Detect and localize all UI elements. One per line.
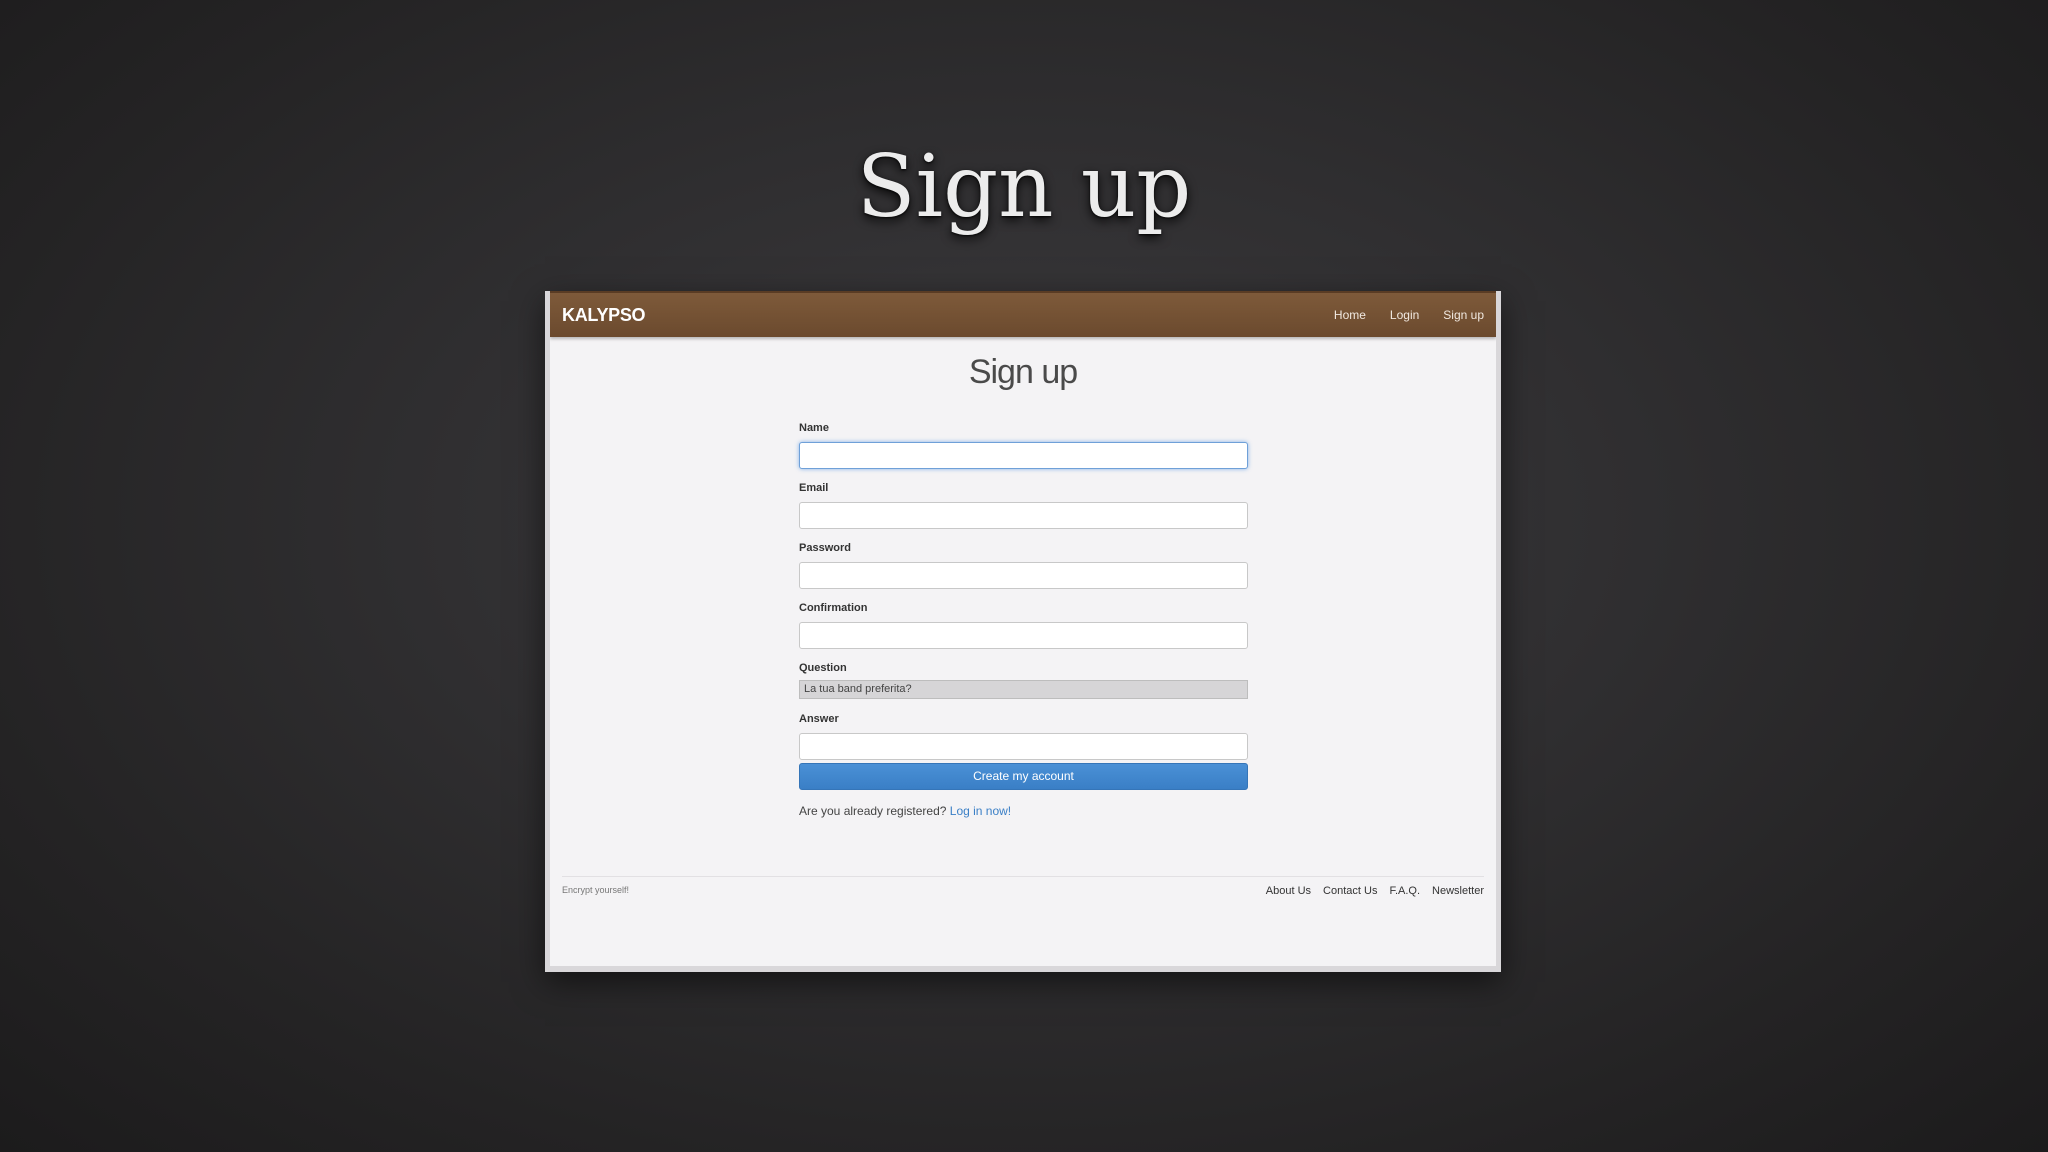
name-label: Name: [799, 422, 829, 434]
create-account-button[interactable]: Create my account: [799, 763, 1248, 790]
confirmation-label: Confirmation: [799, 602, 868, 614]
footer-link-about[interactable]: About Us: [1266, 885, 1311, 897]
login-link[interactable]: Log in now!: [950, 804, 1011, 818]
footer-link-newsletter[interactable]: Newsletter: [1432, 885, 1484, 897]
confirmation-field-group: Confirmation: [799, 601, 1248, 661]
login-prompt: Are you already registered? Log in now!: [799, 804, 1011, 818]
password-field-group: Password: [799, 541, 1248, 601]
email-label: Email: [799, 482, 829, 494]
nav-link-login[interactable]: Login: [1390, 308, 1419, 322]
nav-links: Home Login Sign up: [1334, 308, 1484, 322]
answer-input[interactable]: [799, 733, 1248, 760]
form-heading: Sign up: [968, 353, 1078, 391]
footer-links: About Us Contact Us F.A.Q. Newsletter: [1266, 885, 1484, 897]
password-input[interactable]: [799, 562, 1248, 589]
footer: Encrypt yourself! About Us Contact Us F.…: [562, 876, 1484, 917]
nav-link-signup[interactable]: Sign up: [1443, 308, 1484, 322]
confirmation-input[interactable]: [799, 622, 1248, 649]
navbar: KALYPSO Home Login Sign up: [550, 291, 1496, 337]
email-input[interactable]: [799, 502, 1248, 529]
web-page: KALYPSO Home Login Sign up Sign up Name …: [550, 291, 1496, 966]
slide-title: Sign up: [856, 137, 1192, 237]
login-prompt-text: Are you already registered?: [799, 804, 947, 818]
name-field-group: Name: [799, 421, 1248, 481]
footer-link-faq[interactable]: F.A.Q.: [1389, 885, 1420, 897]
footer-link-contact[interactable]: Contact Us: [1323, 885, 1377, 897]
name-input[interactable]: [799, 442, 1248, 469]
email-field-group: Email: [799, 481, 1248, 541]
signup-form: Name Email Password Confirmation Questio…: [799, 421, 1248, 772]
question-field-group: Question La tua band preferita?: [799, 661, 1248, 712]
question-label: Question: [799, 662, 847, 674]
password-label: Password: [799, 542, 851, 554]
question-select[interactable]: La tua band preferita?: [799, 680, 1248, 699]
nav-link-home[interactable]: Home: [1334, 308, 1366, 322]
answer-label: Answer: [799, 713, 839, 725]
brand-logo[interactable]: KALYPSO: [562, 305, 646, 326]
browser-screenshot-frame: KALYPSO Home Login Sign up Sign up Name …: [545, 291, 1501, 972]
footer-tagline: Encrypt yourself!: [562, 885, 630, 895]
